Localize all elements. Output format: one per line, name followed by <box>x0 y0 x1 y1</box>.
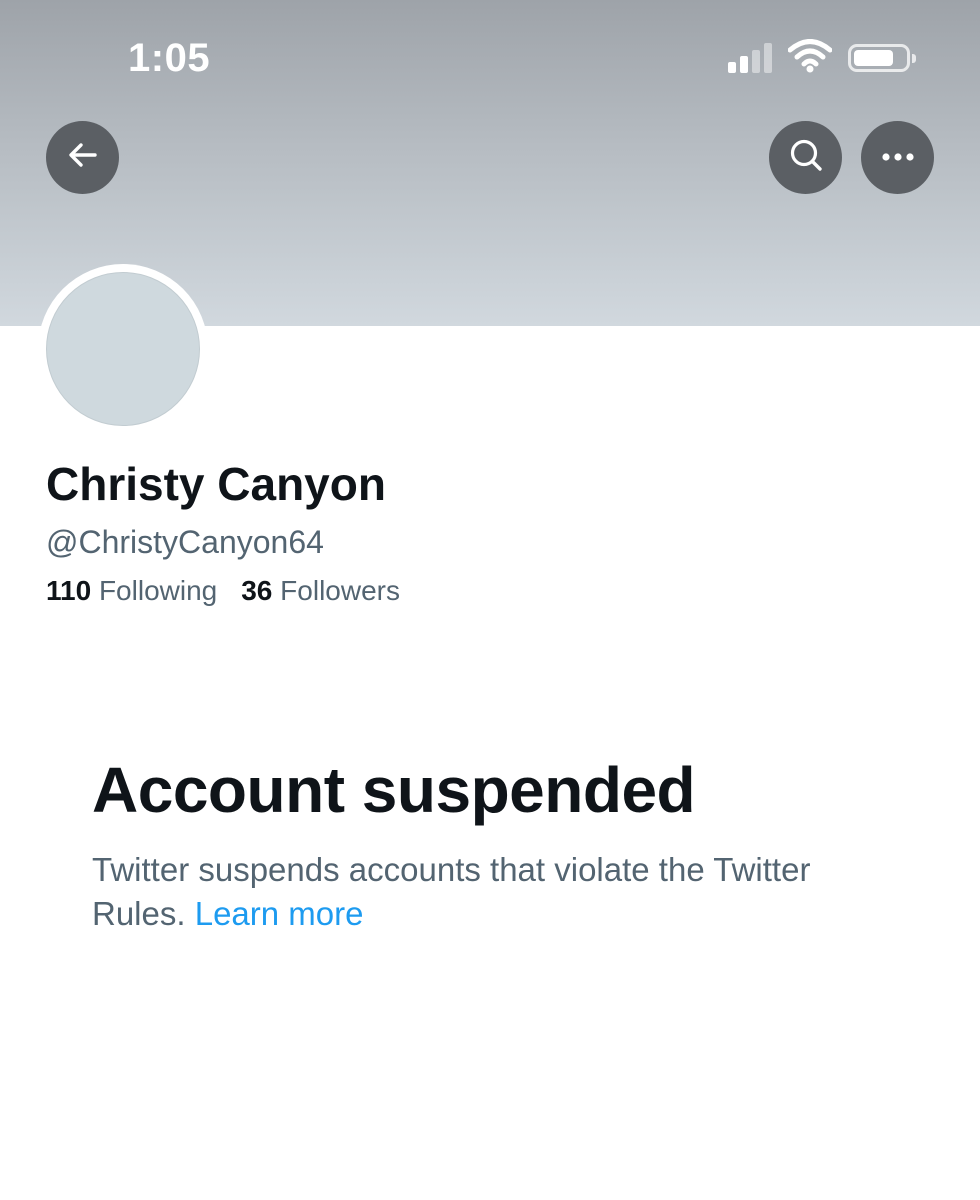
battery-icon <box>848 44 916 72</box>
more-options-button[interactable] <box>861 121 934 194</box>
wifi-icon <box>787 38 833 78</box>
avatar[interactable] <box>38 264 208 434</box>
default-avatar-placeholder <box>46 272 200 426</box>
following-count: 110 <box>46 575 92 606</box>
profile-screen: 1:05 Christy Canyon @ChristyCanyon64 110… <box>0 0 980 1200</box>
following-label: Following <box>98 575 218 606</box>
search-button[interactable] <box>769 121 842 194</box>
following-link[interactable]: 110 Following <box>46 572 217 610</box>
followers-count: 36 <box>241 575 273 606</box>
cellular-signal-icon <box>728 43 772 73</box>
display-name: Christy Canyon <box>46 458 386 510</box>
profile-stats: 110 Following 36 Followers <box>46 572 400 610</box>
followers-link[interactable]: 36 Followers <box>241 572 400 610</box>
status-time: 1:05 <box>128 36 211 80</box>
status-icons <box>728 38 916 78</box>
username-handle: @ChristyCanyon64 <box>46 524 324 560</box>
back-button[interactable] <box>46 121 119 194</box>
suspended-title: Account suspended <box>92 754 696 826</box>
followers-label: Followers <box>280 575 400 606</box>
more-horizontal-icon <box>881 149 915 167</box>
arrow-left-icon <box>66 138 100 177</box>
suspended-description: Twitter suspends accounts that violate t… <box>92 848 832 936</box>
search-icon <box>788 137 824 178</box>
learn-more-link[interactable]: Learn more <box>195 895 364 932</box>
